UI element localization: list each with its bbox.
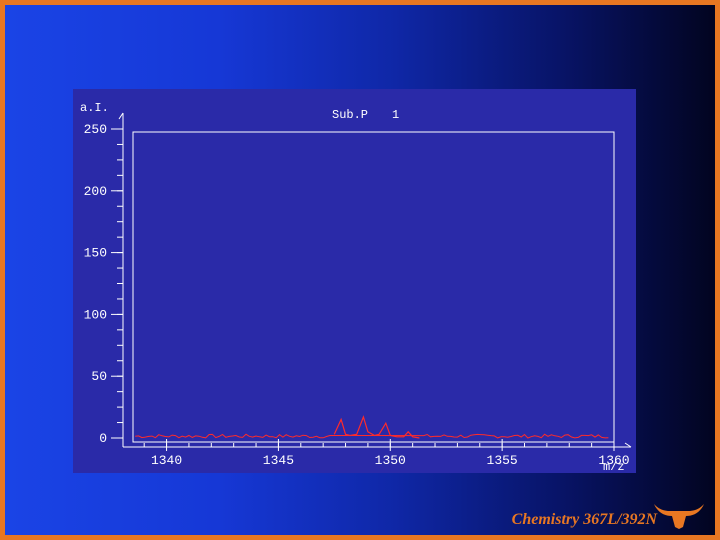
y-tick-label: 200 [84, 184, 107, 199]
spectrum-line [333, 415, 420, 439]
x-tick-label: 1340 [151, 453, 182, 468]
x-axis-label: m/z [603, 460, 625, 473]
slide: a.I. Sub.P 1 0 50 100 150 200 250 1340 1345 1350… [5, 5, 715, 535]
plot-frame [132, 131, 615, 443]
y-axis-label: a.I. [80, 101, 109, 115]
y-axis-arrow [118, 112, 124, 120]
y-tick-label: 150 [84, 246, 107, 261]
spectrum-svg: a.I. Sub.P 1 0 50 100 150 200 250 1340 1345 1350… [80, 101, 632, 473]
y-tick-label: 250 [84, 122, 107, 137]
longhorn-icon [654, 504, 704, 529]
x-tick-label: 1350 [375, 453, 406, 468]
spectrum-chart: a.I. Sub.P 1 0 50 100 150 200 250 1340 1345 1350… [73, 89, 636, 473]
baseline-noise [135, 433, 609, 439]
chart-header: Sub.P [332, 108, 368, 122]
y-tick-label: 100 [84, 307, 107, 322]
y-tick-label: 50 [91, 369, 107, 384]
x-tick-label: 1345 [263, 453, 294, 468]
x-tick-label: 1355 [487, 453, 518, 468]
x-axis-arrow [624, 442, 632, 448]
y-tick-label: 0 [99, 431, 107, 446]
chart-header-value: 1 [392, 108, 399, 122]
course-footer: Chemistry 367L/392N [511, 511, 657, 528]
